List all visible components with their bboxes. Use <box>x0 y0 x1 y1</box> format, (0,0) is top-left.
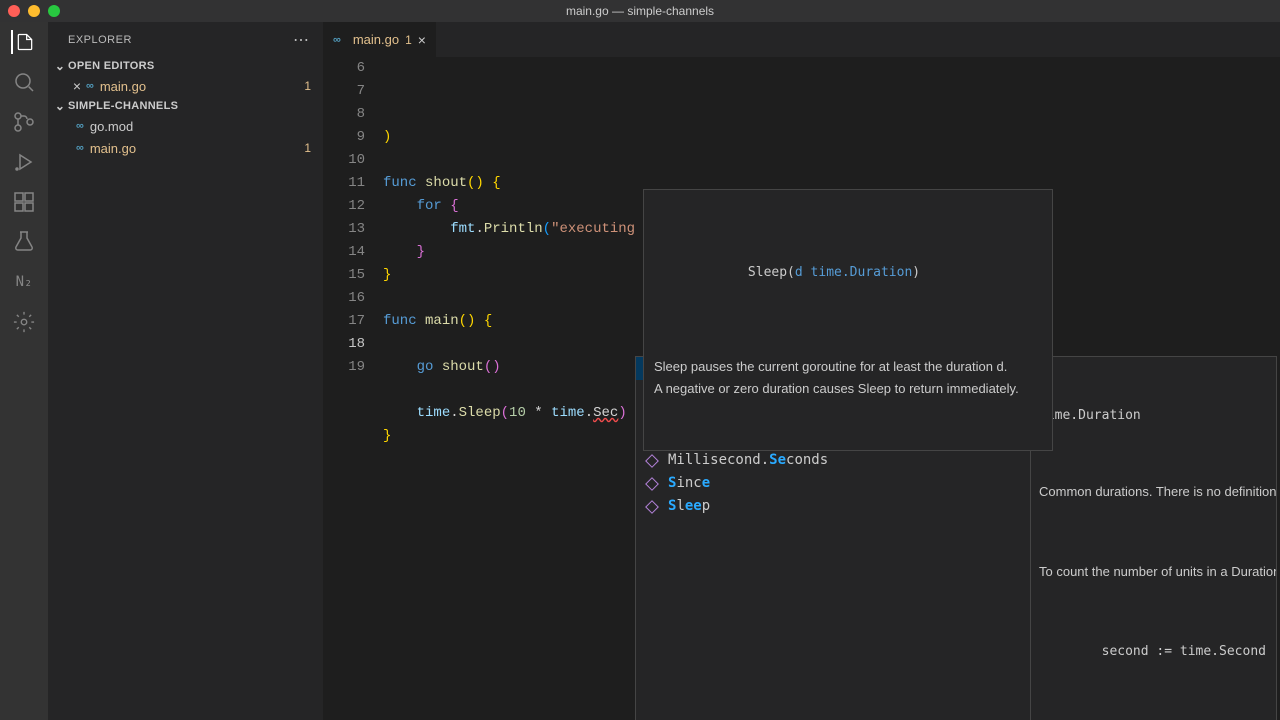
signature-description: Sleep pauses the current goroutine for a… <box>654 356 1042 400</box>
signature-line: Sleep(d time.Duration) <box>654 240 1042 306</box>
titlebar: main.go — simple-channels <box>0 0 1280 22</box>
open-editor-item[interactable]: × ∞ main.go 1 <box>48 75 323 97</box>
line-number-gutter: 678910111213141516171819 <box>323 57 383 720</box>
tab-label: main.go <box>353 32 399 47</box>
activity-bar: N₂ <box>0 22 48 720</box>
workspace-section[interactable]: ⌄ SIMPLE-CHANNELS <box>48 97 323 115</box>
workspace-file-item[interactable]: ∞ main.go 1 <box>48 137 323 159</box>
doc-paragraph: Common durations. There is no definition… <box>1039 481 1268 503</box>
window-title: main.go — simple-channels <box>566 4 714 18</box>
close-window-button[interactable] <box>8 5 20 17</box>
run-debug-activity-icon[interactable] <box>12 150 36 174</box>
code-line[interactable] <box>383 149 1280 172</box>
go-file-icon: ∞ <box>76 120 84 132</box>
testing-activity-icon[interactable] <box>12 230 36 254</box>
code-content[interactable]: )func shout() { for { fmt.Println("execu… <box>383 57 1280 720</box>
n2-activity-icon[interactable]: N₂ <box>12 270 36 294</box>
open-editors-section[interactable]: ⌄ OPEN EDITORS <box>48 57 323 75</box>
tab-close-icon[interactable]: × <box>418 32 426 48</box>
sidebar: EXPLORER ⋯ ⌄ OPEN EDITORS × ∞ main.go 1 … <box>48 22 323 720</box>
tab-badge: 1 <box>405 33 412 47</box>
signature-help-popup: Sleep(d time.Duration) Sleep pauses the … <box>643 189 1053 451</box>
file-badge: 1 <box>304 141 311 155</box>
explorer-activity-icon[interactable] <box>11 30 35 54</box>
minimize-window-button[interactable] <box>28 5 40 17</box>
close-editor-icon[interactable]: × <box>68 78 86 94</box>
tabs-bar: ∞ main.go 1 × <box>323 22 1280 57</box>
chevron-down-icon: ⌄ <box>52 99 68 113</box>
autocomplete-label: Millisecond.Seconds <box>668 449 828 472</box>
method-kind-icon <box>644 476 660 492</box>
editor-area: ∞ main.go 1 × 678910111213141516171819 )… <box>323 22 1280 720</box>
file-label: go.mod <box>90 119 311 134</box>
chevron-down-icon: ⌄ <box>52 59 68 73</box>
search-activity-icon[interactable] <box>12 70 36 94</box>
file-label: main.go <box>100 79 304 94</box>
file-badge: 1 <box>304 79 311 93</box>
autocomplete-doc-panel: time.Duration Common durations. There is… <box>1031 356 1277 720</box>
tab-main-go[interactable]: ∞ main.go 1 × <box>323 22 436 57</box>
method-kind-icon <box>644 499 660 515</box>
autocomplete-item[interactable]: Millisecond.Seconds <box>636 449 1030 472</box>
autocomplete-label: Sleep <box>668 495 710 518</box>
code-editor[interactable]: 678910111213141516171819 )func shout() {… <box>323 57 1280 720</box>
go-file-icon: ∞ <box>76 142 84 154</box>
sidebar-title: EXPLORER <box>68 34 132 46</box>
file-label: main.go <box>90 141 304 156</box>
autocomplete-item[interactable]: Since <box>636 472 1030 495</box>
settings-gear-icon[interactable] <box>12 310 36 334</box>
extensions-activity-icon[interactable] <box>12 190 36 214</box>
code-line[interactable]: ) <box>383 126 1280 149</box>
window-controls <box>8 5 60 17</box>
go-file-icon: ∞ <box>333 34 341 46</box>
method-kind-icon <box>644 453 660 469</box>
go-file-icon: ∞ <box>86 80 94 92</box>
doc-type: time.Duration <box>1039 405 1268 427</box>
source-control-activity-icon[interactable] <box>12 110 36 134</box>
autocomplete-item[interactable]: Sleep <box>636 495 1030 518</box>
sidebar-header: EXPLORER ⋯ <box>48 22 323 57</box>
doc-code: second := time.Second <box>1039 641 1268 663</box>
workspace-file-item[interactable]: ∞ go.mod <box>48 115 323 137</box>
doc-paragraph: To count the number of units in a Durati… <box>1039 561 1268 583</box>
autocomplete-label: Since <box>668 472 710 495</box>
maximize-window-button[interactable] <box>48 5 60 17</box>
sidebar-more-icon[interactable]: ⋯ <box>293 30 311 50</box>
